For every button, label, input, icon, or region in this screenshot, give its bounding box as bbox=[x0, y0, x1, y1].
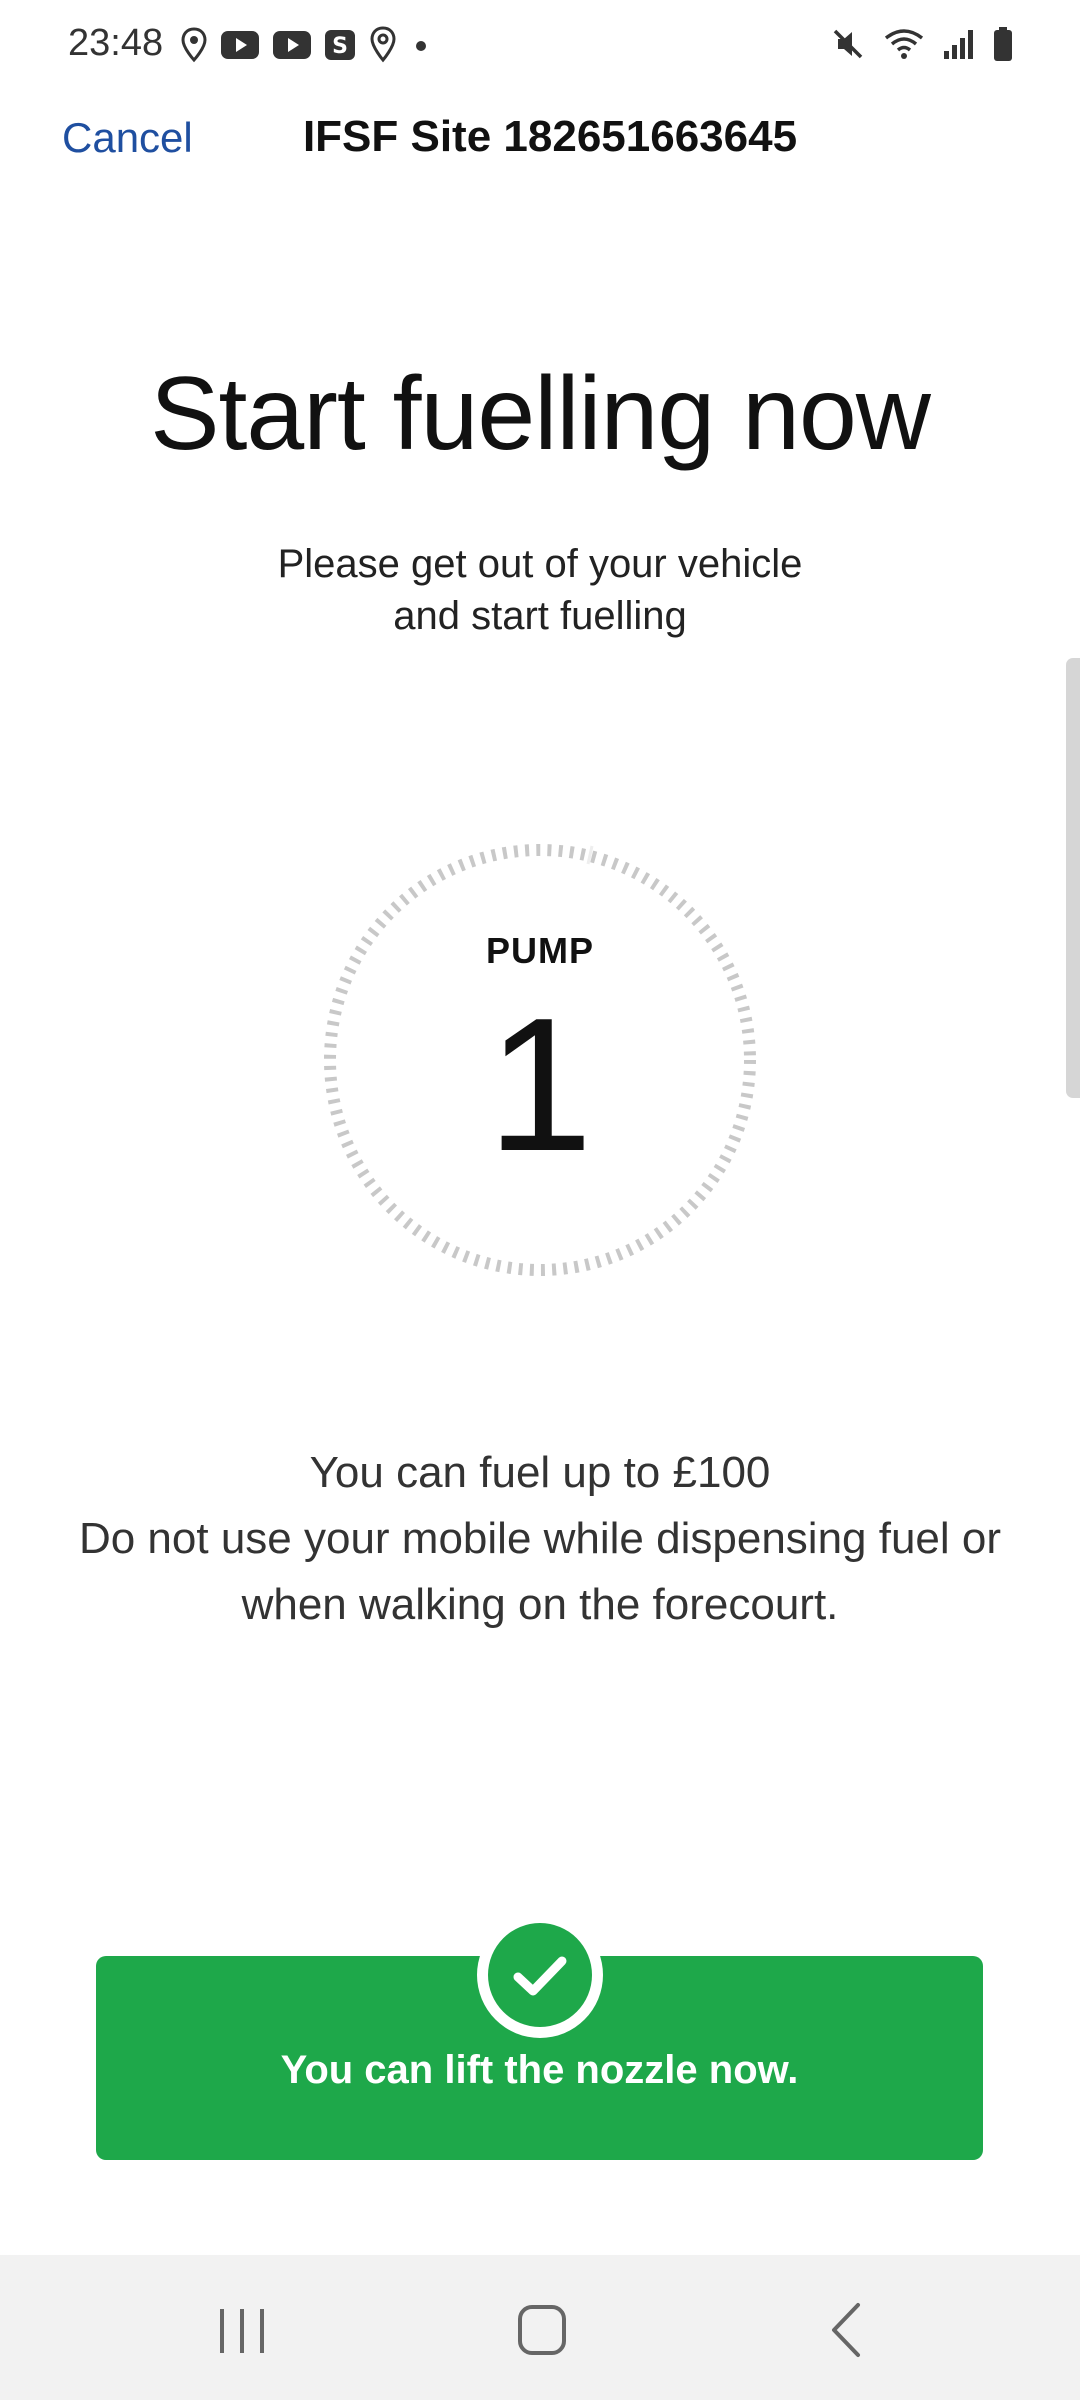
nozzle-ready-text: You can lift the nozzle now. bbox=[280, 2048, 799, 2092]
scroll-indicator[interactable] bbox=[1066, 658, 1080, 1098]
signal-icon bbox=[944, 30, 973, 59]
home-icon[interactable] bbox=[502, 2295, 582, 2365]
app-screen: 23:48 S IFSF Site 182651663645 Cancel St… bbox=[0, 0, 1080, 2400]
maps-icon bbox=[370, 26, 396, 63]
battery-icon bbox=[994, 27, 1012, 61]
safety-warning-line-2: when walking on the forecourt. bbox=[241, 1580, 839, 1629]
status-time: 23:48 bbox=[68, 22, 164, 64]
system-icons bbox=[830, 26, 1014, 62]
dot-icon bbox=[416, 41, 426, 51]
youtube-icon bbox=[221, 31, 259, 59]
mute-icon bbox=[833, 29, 863, 59]
header: IFSF Site 182651663645 Cancel bbox=[0, 100, 1080, 184]
status-bar: 23:48 S bbox=[0, 0, 1080, 92]
instruction-line-1: Please get out of your vehicle bbox=[277, 542, 803, 586]
back-icon[interactable] bbox=[806, 2295, 886, 2365]
wifi-icon bbox=[884, 29, 924, 59]
instruction-text: Please get out of your vehicle and start… bbox=[0, 538, 1080, 642]
fuel-limit-text: You can fuel up to £100 bbox=[309, 1448, 771, 1497]
main-heading: Start fuelling now bbox=[150, 356, 931, 472]
notification-icons: S bbox=[180, 26, 432, 64]
fuel-info-text: You can fuel up to £100 Do not use your … bbox=[40, 1440, 1040, 1638]
instruction-line-2: and start fuelling bbox=[393, 594, 687, 638]
checkmark-icon bbox=[477, 1912, 603, 2038]
checkmark-glyph bbox=[513, 1956, 567, 1996]
cancel-button[interactable]: Cancel bbox=[62, 114, 193, 162]
location-icon bbox=[181, 27, 207, 63]
safety-warning-line-1: Do not use your mobile while dispensing … bbox=[78, 1514, 1002, 1563]
pump-label: PUMP bbox=[485, 930, 594, 971]
navigation-bar bbox=[0, 2255, 1080, 2400]
s-app-icon: S bbox=[325, 30, 355, 60]
youtube-icon bbox=[273, 31, 311, 59]
recents-icon[interactable] bbox=[202, 2295, 282, 2365]
pump-number: 1 bbox=[487, 979, 593, 1191]
svg-text:S: S bbox=[332, 34, 348, 59]
